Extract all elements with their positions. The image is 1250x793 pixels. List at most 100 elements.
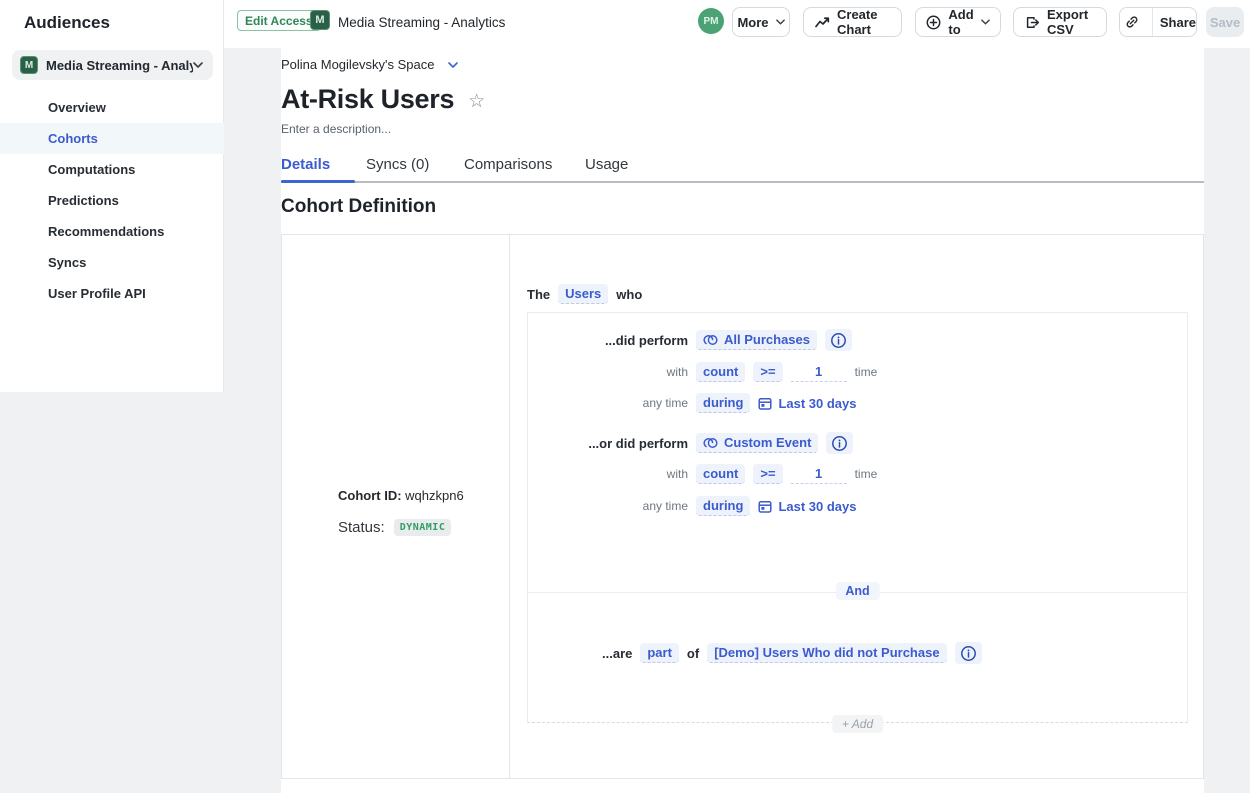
create-chart-label: Create Chart	[837, 7, 890, 37]
button-divider	[1152, 8, 1153, 36]
timeframe-row: any time during Last 30 days	[528, 495, 1187, 517]
event-row: ...or did perform Custom Event	[528, 432, 1187, 454]
avatar[interactable]: PM	[698, 8, 724, 34]
cohort-selector[interactable]: [Demo] Users Who did not Purchase	[707, 643, 946, 663]
star-icon[interactable]: ☆	[468, 89, 485, 111]
or-did-perform-label: ...or did perform	[528, 436, 688, 451]
sidebar-item-computations[interactable]: Computations	[0, 154, 224, 185]
date-range-selector[interactable]: Last 30 days	[758, 499, 856, 514]
export-csv-button[interactable]: Export CSV	[1013, 7, 1107, 37]
sidebar: Audiences M Media Streaming - Analy... O…	[0, 0, 224, 392]
link-icon	[1125, 15, 1139, 29]
more-button[interactable]: More	[732, 7, 790, 37]
tab-usage[interactable]: Usage	[585, 156, 628, 173]
any-time-label: any time	[528, 499, 688, 513]
part-selector[interactable]: part	[640, 643, 679, 663]
tab-syncs[interactable]: Syncs (0)	[366, 156, 429, 173]
sidebar-item-syncs[interactable]: Syncs	[0, 247, 224, 278]
subject-suffix: who	[616, 287, 642, 302]
count-row: with count >= 1 time	[528, 361, 1187, 383]
event-row: ...did perform All Purchases	[528, 329, 1187, 351]
description-input[interactable]: Enter a description...	[281, 122, 391, 136]
workspace-name: Media Streaming - Analy...	[46, 58, 193, 73]
event-name: Custom Event	[724, 435, 811, 450]
space-name: Polina Mogilevsky's Space	[281, 57, 435, 72]
are-label: ...are	[602, 646, 632, 661]
sidebar-item-recommendations[interactable]: Recommendations	[0, 216, 224, 247]
with-label: with	[528, 365, 688, 379]
info-icon[interactable]	[955, 642, 982, 664]
content-gutter	[224, 48, 281, 793]
date-range-label: Last 30 days	[778, 396, 856, 411]
date-range-selector[interactable]: Last 30 days	[758, 396, 856, 411]
during-selector[interactable]: during	[696, 393, 750, 413]
calendar-icon	[758, 500, 772, 513]
create-chart-button[interactable]: Create Chart	[803, 7, 902, 37]
tabs-divider	[281, 181, 1204, 183]
did-perform-label: ...did perform	[528, 333, 688, 348]
operator-selector[interactable]: >=	[753, 464, 782, 484]
event-icon	[703, 334, 718, 346]
export-icon	[1025, 15, 1040, 30]
time-unit-label: time	[855, 467, 878, 481]
plus-circle-icon	[926, 15, 941, 30]
cohort-id: Cohort ID: wqhzkpn6	[338, 488, 464, 503]
page-title-row: At-Risk Users ☆	[281, 84, 485, 115]
sidebar-item-overview[interactable]: Overview	[0, 92, 224, 123]
workspace-icon: M	[20, 56, 38, 74]
add-to-button[interactable]: Add to	[915, 7, 1001, 37]
sidebar-lower-background	[0, 392, 224, 793]
cohort-id-label: Cohort ID:	[338, 488, 402, 503]
event-selector[interactable]: All Purchases	[696, 330, 817, 350]
cohort-info-panel: Cohort ID: wqhzkpn6 Status: DYNAMIC	[281, 234, 510, 779]
count-value-input[interactable]: 1	[791, 464, 847, 484]
sidebar-nav: Overview Cohorts Computations Prediction…	[0, 92, 224, 309]
during-selector[interactable]: during	[696, 496, 750, 516]
breadcrumb[interactable]: Polina Mogilevsky's Space	[281, 57, 458, 72]
trend-line-icon	[815, 16, 830, 28]
share-button[interactable]: Share	[1160, 15, 1196, 30]
right-margin	[1204, 48, 1250, 793]
info-icon[interactable]	[826, 432, 853, 454]
more-button-label: More	[737, 15, 768, 30]
date-range-label: Last 30 days	[778, 499, 856, 514]
status-label: Status:	[338, 519, 385, 536]
tab-comparisons[interactable]: Comparisons	[464, 156, 552, 173]
export-csv-label: Export CSV	[1047, 7, 1095, 37]
membership-row: ...are part of [Demo] Users Who did not …	[528, 642, 1187, 664]
sidebar-item-cohorts[interactable]: Cohorts	[0, 123, 224, 154]
tab-details[interactable]: Details	[281, 156, 330, 173]
event-icon	[703, 437, 718, 449]
subject-prefix: The	[527, 287, 550, 302]
metric-selector[interactable]: count	[696, 464, 745, 484]
sidebar-item-user-profile-api[interactable]: User Profile API	[0, 278, 224, 309]
sidebar-item-predictions[interactable]: Predictions	[0, 185, 224, 216]
metric-selector[interactable]: count	[696, 362, 745, 382]
copy-link-button[interactable]	[1120, 8, 1145, 36]
event-selector[interactable]: Custom Event	[696, 433, 818, 453]
edit-access-badge[interactable]: Edit Access	[237, 10, 321, 31]
cohort-definition-panel: The Users who ...did perform All Purchas…	[509, 234, 1204, 779]
count-row: with count >= 1 time	[528, 463, 1187, 485]
status-line: Status: DYNAMIC	[338, 519, 451, 536]
operator-selector[interactable]: >=	[753, 362, 782, 382]
chevron-down-icon	[776, 19, 785, 25]
count-value-input[interactable]: 1	[791, 362, 847, 382]
sidebar-title: Audiences	[24, 13, 110, 33]
status-badge: DYNAMIC	[394, 519, 452, 536]
add-condition-button[interactable]: + Add	[832, 715, 883, 733]
subject-selector[interactable]: Users	[558, 284, 608, 304]
cohort-id-value: wqhzkpn6	[405, 488, 464, 503]
add-to-label: Add to	[948, 7, 973, 37]
and-divider: And	[528, 592, 1187, 593]
workspace-selector[interactable]: M Media Streaming - Analy...	[12, 50, 213, 80]
event-name: All Purchases	[724, 332, 810, 347]
and-toggle[interactable]: And	[835, 582, 879, 600]
chevron-down-icon	[448, 62, 458, 68]
of-label: of	[687, 646, 699, 661]
save-button[interactable]: Save	[1206, 7, 1244, 37]
page-title: At-Risk Users	[281, 84, 454, 115]
behavior-group-box: ...did perform All Purchases with count …	[527, 312, 1188, 723]
info-icon[interactable]	[825, 329, 852, 351]
topbar: Edit Access M Media Streaming - Analytic…	[224, 0, 1250, 48]
